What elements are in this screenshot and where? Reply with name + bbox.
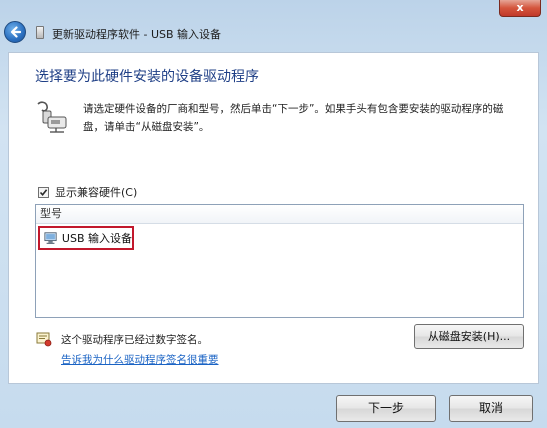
list-item-label: USB 输入设备 bbox=[61, 232, 132, 245]
page-heading: 选择要为此硬件安装的设备驱动程序 bbox=[35, 69, 259, 85]
signing-help-link[interactable]: 告诉我为什么驱动程序签名很重要 bbox=[61, 352, 219, 367]
hardware-device-icon bbox=[37, 101, 67, 133]
back-button[interactable] bbox=[4, 21, 26, 43]
back-arrow-icon bbox=[10, 26, 21, 38]
cancel-button[interactable]: 取消 bbox=[449, 395, 533, 422]
window-title: 更新驱动程序软件 - USB 输入设备 bbox=[52, 28, 222, 41]
column-header-model[interactable]: 型号 bbox=[36, 205, 523, 224]
list-item[interactable]: USB 输入设备 bbox=[38, 226, 134, 250]
checkmark-icon bbox=[39, 188, 48, 196]
next-button[interactable]: 下一步 bbox=[336, 395, 436, 422]
signature-status-text: 这个驱动程序已经过数字签名。 bbox=[61, 334, 208, 346]
monitor-device-icon bbox=[44, 232, 57, 244]
title-bar: 更新驱动程序软件 - USB 输入设备 bbox=[0, 18, 547, 48]
show-compatible-checkbox[interactable] bbox=[38, 186, 49, 198]
usb-device-icon bbox=[36, 26, 44, 39]
signed-certificate-icon bbox=[36, 332, 52, 347]
show-compatible-label: 显示兼容硬件(C) bbox=[55, 186, 138, 199]
model-listbox[interactable]: 型号 USB 输入设备 bbox=[35, 204, 524, 318]
instruction-text: 请选定硬件设备的厂商和型号，然后单击“下一步”。如果手头有包含要安装的驱动程序的… bbox=[83, 103, 504, 133]
show-compatible-checkbox-row[interactable]: 显示兼容硬件(C) bbox=[38, 184, 137, 200]
have-disk-button[interactable]: 从磁盘安装(H)... bbox=[414, 324, 524, 349]
window-close-button[interactable]: x bbox=[499, 0, 541, 17]
